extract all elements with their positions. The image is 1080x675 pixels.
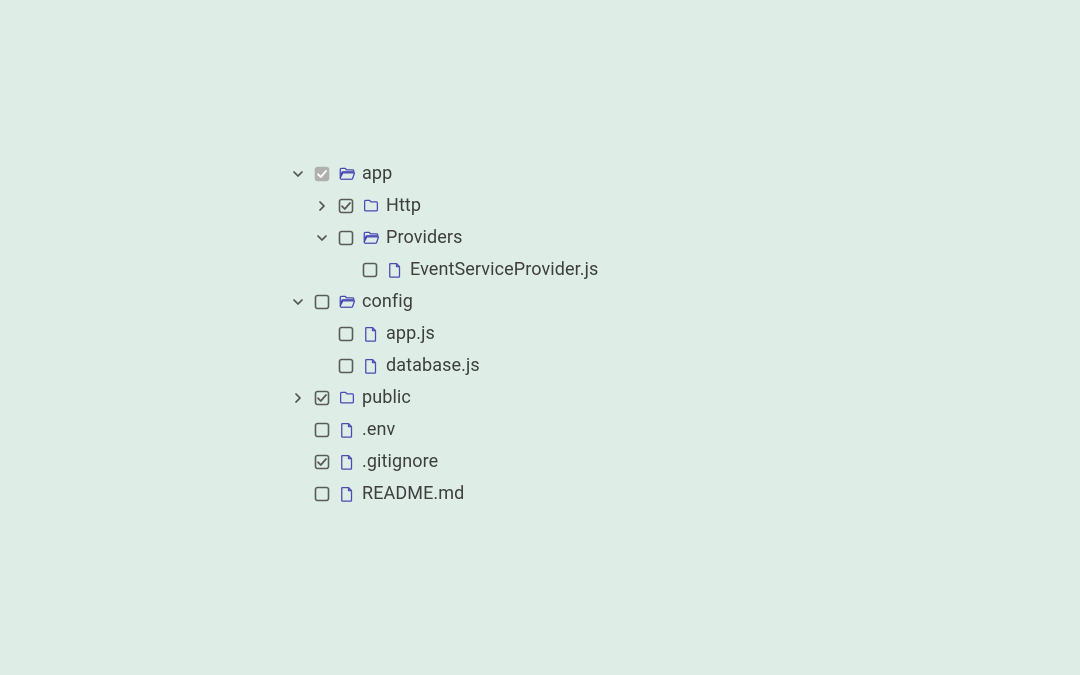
chevron-right-icon[interactable] bbox=[310, 194, 334, 218]
checkbox-unchecked[interactable] bbox=[310, 482, 334, 506]
file-icon bbox=[382, 258, 408, 282]
chevron-down-icon[interactable] bbox=[286, 290, 310, 314]
folder-open-icon bbox=[358, 226, 384, 250]
tree-row: README.md bbox=[286, 478, 598, 510]
toggle-placeholder bbox=[334, 258, 358, 282]
tree-item-label[interactable]: Providers bbox=[384, 222, 463, 254]
tree-item-label[interactable]: database.js bbox=[384, 350, 480, 382]
indent-spacer bbox=[286, 354, 310, 378]
file-icon bbox=[358, 354, 384, 378]
folder-closed-icon bbox=[358, 194, 384, 218]
tree-item-label[interactable]: .gitignore bbox=[360, 446, 438, 478]
toggle-placeholder bbox=[310, 322, 334, 346]
tree-item-label[interactable]: EventServiceProvider.js bbox=[408, 254, 598, 286]
tree-row: .env bbox=[286, 414, 598, 446]
tree-item-label[interactable]: app.js bbox=[384, 318, 435, 350]
file-tree: appHttpProvidersEventServiceProvider.jsc… bbox=[286, 158, 598, 510]
tree-item-label[interactable]: .env bbox=[360, 414, 395, 446]
tree-item-label[interactable]: public bbox=[360, 382, 411, 414]
tree-row: app bbox=[286, 158, 598, 190]
file-icon bbox=[334, 418, 360, 442]
checkbox-unchecked[interactable] bbox=[334, 354, 358, 378]
indent-spacer bbox=[286, 322, 310, 346]
checkbox-unchecked[interactable] bbox=[334, 226, 358, 250]
checkbox-checked[interactable] bbox=[334, 194, 358, 218]
tree-row: app.js bbox=[286, 318, 598, 350]
checkbox-unchecked[interactable] bbox=[310, 290, 334, 314]
tree-row: public bbox=[286, 382, 598, 414]
tree-row: .gitignore bbox=[286, 446, 598, 478]
file-icon bbox=[358, 322, 384, 346]
checkbox-unchecked[interactable] bbox=[310, 418, 334, 442]
folder-open-icon bbox=[334, 290, 360, 314]
folder-closed-icon bbox=[334, 386, 360, 410]
tree-row: Http bbox=[286, 190, 598, 222]
file-icon bbox=[334, 450, 360, 474]
toggle-placeholder bbox=[286, 418, 310, 442]
toggle-placeholder bbox=[286, 450, 310, 474]
checkbox-indeterminate[interactable] bbox=[310, 162, 334, 186]
folder-open-icon bbox=[334, 162, 360, 186]
chevron-down-icon[interactable] bbox=[286, 162, 310, 186]
tree-item-label[interactable]: app bbox=[360, 158, 392, 190]
tree-item-label[interactable]: Http bbox=[384, 190, 421, 222]
tree-row: database.js bbox=[286, 350, 598, 382]
file-icon bbox=[334, 482, 360, 506]
indent-spacer bbox=[286, 258, 310, 282]
tree-item-label[interactable]: config bbox=[360, 286, 413, 318]
tree-item-label[interactable]: README.md bbox=[360, 478, 464, 510]
checkbox-checked[interactable] bbox=[310, 386, 334, 410]
tree-row: Providers bbox=[286, 222, 598, 254]
chevron-right-icon[interactable] bbox=[286, 386, 310, 410]
toggle-placeholder bbox=[286, 482, 310, 506]
chevron-down-icon[interactable] bbox=[310, 226, 334, 250]
checkbox-checked[interactable] bbox=[310, 450, 334, 474]
checkbox-unchecked[interactable] bbox=[334, 322, 358, 346]
checkbox-unchecked[interactable] bbox=[358, 258, 382, 282]
indent-spacer bbox=[310, 258, 334, 282]
indent-spacer bbox=[286, 226, 310, 250]
tree-row: EventServiceProvider.js bbox=[286, 254, 598, 286]
indent-spacer bbox=[286, 194, 310, 218]
toggle-placeholder bbox=[310, 354, 334, 378]
tree-row: config bbox=[286, 286, 598, 318]
